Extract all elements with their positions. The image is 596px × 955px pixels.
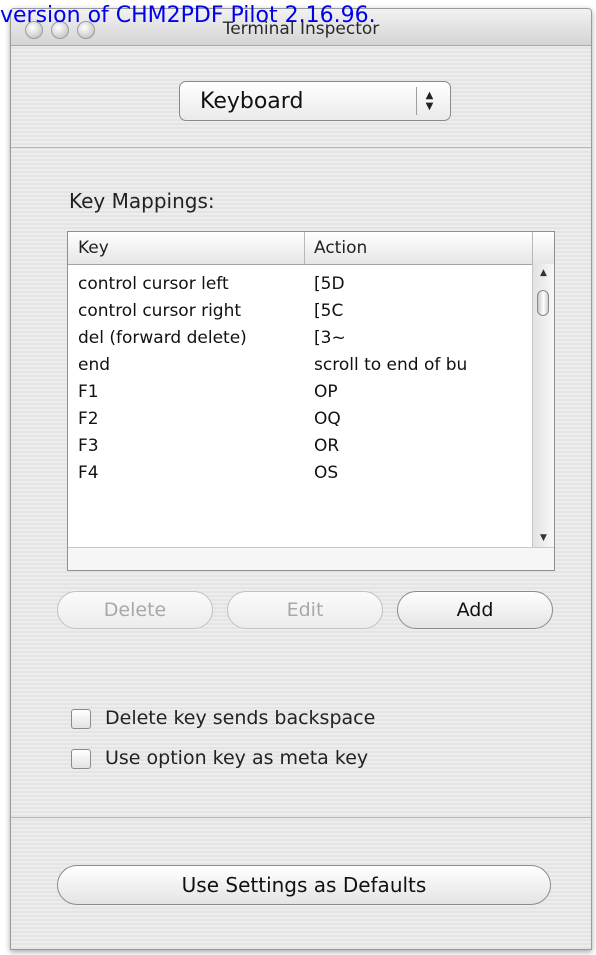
column-divider [532,232,533,264]
column-header-key[interactable]: Key [78,238,109,258]
watermark-text: version of CHM2PDF Pilot 2.16.96. [0,3,376,28]
table-footer [68,547,554,570]
table-row[interactable]: end scroll to end of bu [68,353,530,380]
scroll-down-arrow-icon[interactable]: ▼ [533,533,554,543]
key-cell: F1 [78,382,99,402]
key-cell: del (forward delete) [78,328,247,348]
action-cell: OP [314,382,338,402]
delete-backspace-label[interactable]: Delete key sends backspace [105,707,375,729]
table-vertical-scrollbar[interactable]: ▲ ▼ [532,264,554,547]
scroll-thumb[interactable] [537,290,549,316]
table-row[interactable]: F3 OR [68,434,530,461]
bottom-separator [11,817,591,818]
top-separator [11,147,591,148]
inspector-panel-popup[interactable]: Keyboard ▲ ▼ [179,81,451,121]
key-cell: control cursor left [78,274,229,294]
table-row[interactable]: F1 OP [68,380,530,407]
popup-selected-label: Keyboard [200,89,304,114]
table-row[interactable]: control cursor right [5C [68,299,530,326]
table-row[interactable]: control cursor left [5D [68,272,530,299]
column-header-action[interactable]: Action [314,238,367,258]
popup-updown-arrows-icon: ▲ ▼ [416,87,442,115]
action-cell: scroll to end of bu [314,355,468,375]
edit-mapping-button[interactable]: Edit [227,591,383,629]
action-cell: [5D [314,274,345,294]
action-cell: [5C [314,301,344,321]
action-cell: OS [314,463,339,483]
scroll-up-arrow-icon[interactable]: ▲ [533,268,554,278]
action-cell: OQ [314,409,341,429]
column-divider [304,232,305,264]
key-cell: F2 [78,409,99,429]
table-header: Key Action [68,232,554,265]
table-row[interactable]: del (forward delete) [3~ [68,326,530,353]
action-cell: [3~ [314,328,346,348]
table-row[interactable]: F4 OS [68,461,530,488]
key-cell: control cursor right [78,301,242,321]
delete-backspace-checkbox[interactable] [71,709,91,729]
terminal-inspector-window: Terminal Inspector Keyboard ▲ ▼ Key Mappi… [10,8,592,950]
add-mapping-button[interactable]: Add [397,591,553,629]
action-cell: OR [314,436,340,456]
key-cell: F4 [78,463,99,483]
key-cell: end [78,355,111,375]
key-cell: F3 [78,436,99,456]
use-settings-as-defaults-button[interactable]: Use Settings as Defaults [57,865,551,905]
key-mappings-table[interactable]: Key Action control cursor left [5D contr… [67,231,555,571]
option-meta-label[interactable]: Use option key as meta key [105,747,368,769]
table-row[interactable]: F2 OQ [68,407,530,434]
key-mappings-label: Key Mappings: [69,189,215,213]
delete-mapping-button[interactable]: Delete [57,591,213,629]
option-meta-checkbox[interactable] [71,749,91,769]
